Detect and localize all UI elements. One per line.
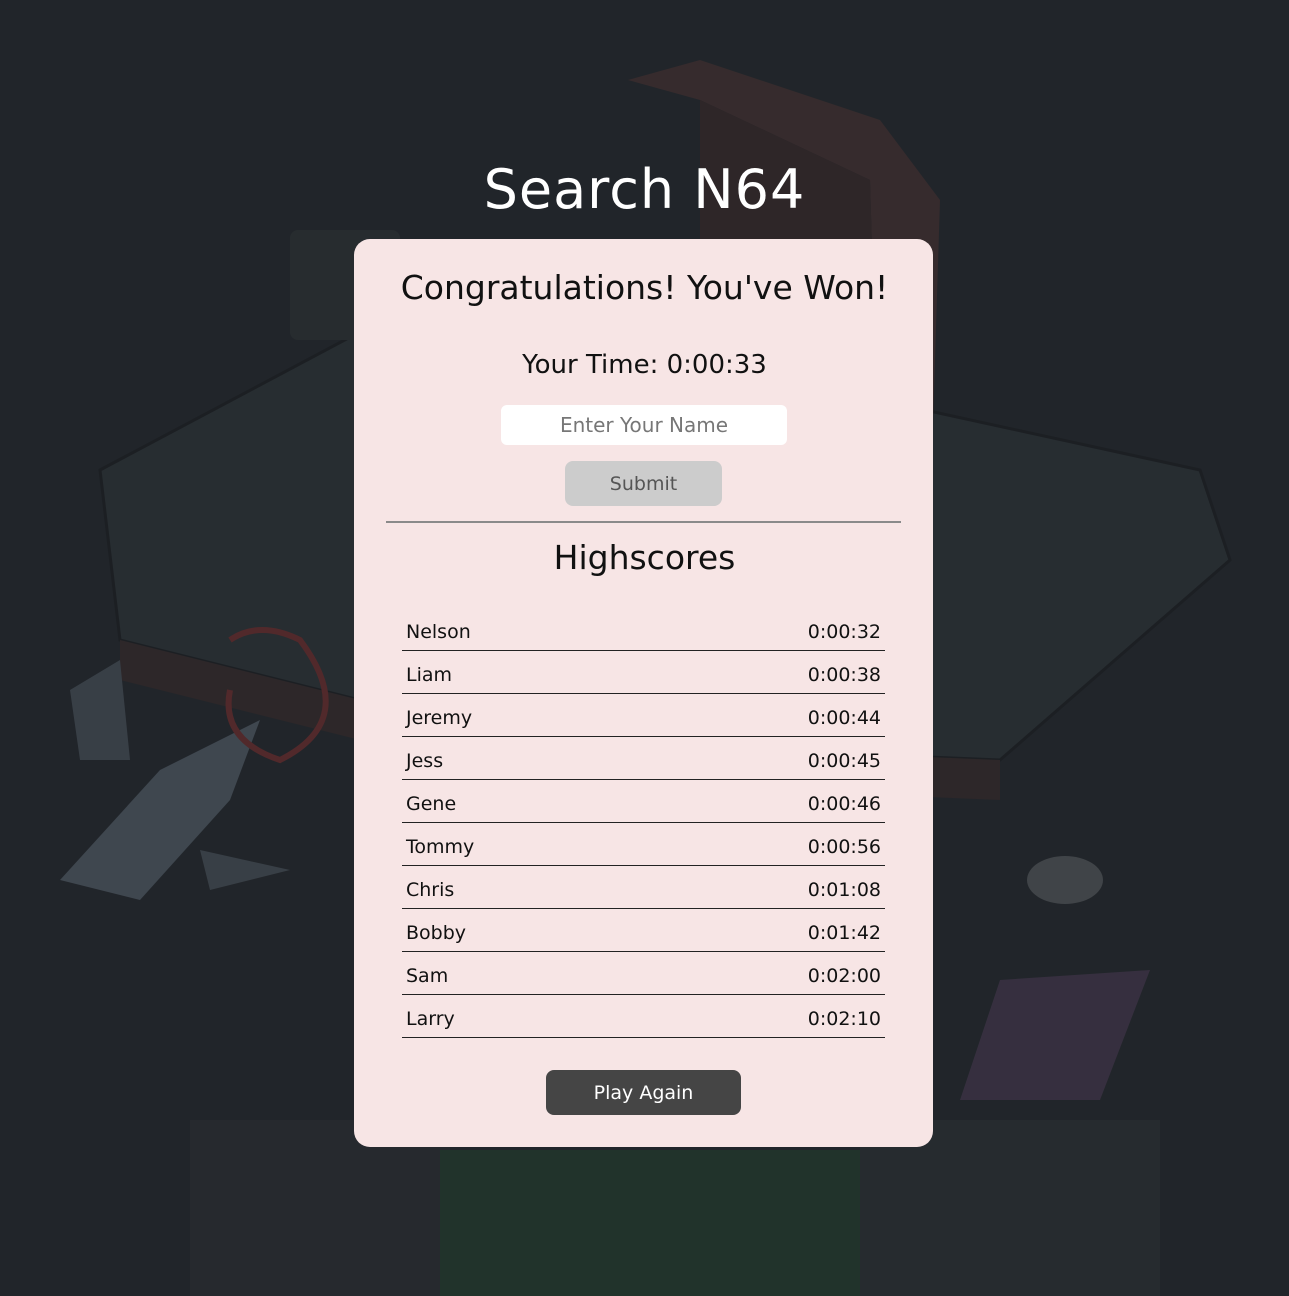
table-row: Liam 0:00:38 — [402, 651, 885, 694]
table-row: Jeremy 0:00:44 — [402, 694, 885, 737]
table-row: Sam 0:02:00 — [402, 952, 885, 995]
player-name: Chris — [406, 879, 455, 901]
submit-button[interactable]: Submit — [565, 461, 722, 506]
player-name: Liam — [406, 664, 453, 686]
player-time: 0:00:32 — [807, 621, 881, 643]
player-name: Gene — [406, 793, 457, 815]
highscores-table: Nelson 0:00:32 Liam 0:00:38 Jeremy 0:00:… — [402, 608, 885, 1038]
table-row: Jess 0:00:45 — [402, 737, 885, 780]
table-row: Larry 0:02:10 — [402, 995, 885, 1038]
table-row: Chris 0:01:08 — [402, 866, 885, 909]
player-time: 0:00:38 — [807, 664, 881, 686]
player-name: Bobby — [406, 922, 467, 944]
player-time: 0:01:42 — [807, 922, 881, 944]
player-time: 0:00:45 — [807, 750, 881, 772]
player-time: 0:02:10 — [807, 1008, 881, 1030]
table-row: Tommy 0:00:56 — [402, 823, 885, 866]
table-row: Nelson 0:00:32 — [402, 608, 885, 651]
play-again-button[interactable]: Play Again — [546, 1070, 741, 1115]
page-title: Search N64 — [483, 158, 806, 221]
player-time: 0:00:46 — [807, 793, 881, 815]
your-time-label: Your Time: 0:00:33 — [522, 350, 767, 380]
player-name: Nelson — [406, 621, 471, 643]
player-time: 0:00:44 — [807, 707, 881, 729]
player-time: 0:00:56 — [807, 836, 881, 858]
player-time: 0:02:00 — [807, 965, 881, 987]
highscores-title: Highscores — [553, 538, 736, 577]
name-input[interactable] — [501, 405, 787, 445]
player-name: Jeremy — [406, 707, 473, 729]
player-name: Larry — [406, 1008, 455, 1030]
table-row: Bobby 0:01:42 — [402, 909, 885, 952]
player-name: Sam — [406, 965, 449, 987]
player-name: Tommy — [406, 836, 475, 858]
player-time: 0:01:08 — [807, 879, 881, 901]
win-heading: Congratulations! You've Won! — [400, 268, 889, 307]
divider — [386, 521, 901, 523]
player-name: Jess — [406, 750, 444, 772]
table-row: Gene 0:00:46 — [402, 780, 885, 823]
